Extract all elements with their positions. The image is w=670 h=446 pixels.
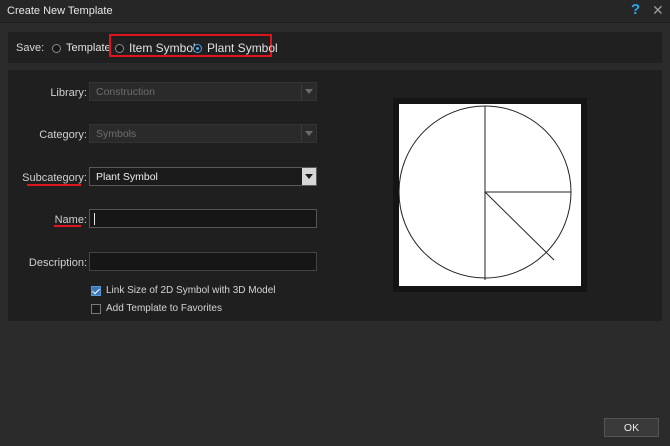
radio-plant-symbol-dot[interactable]	[193, 43, 202, 53]
subcategory-label: Subcategory:	[22, 172, 87, 184]
category-select[interactable]: Symbols	[89, 124, 317, 143]
close-icon[interactable]: ✕	[652, 2, 664, 19]
category-dropdown-button[interactable]	[301, 125, 316, 142]
favorites-checkbox[interactable]	[91, 303, 101, 314]
category-label: Category:	[39, 129, 87, 141]
radio-template-dot[interactable]	[52, 43, 61, 53]
radio-item-symbol-label: Item Symbol	[129, 41, 196, 55]
radio-item-symbol-dot[interactable]	[115, 43, 124, 53]
link-size-checkbox-row[interactable]: Link Size of 2D Symbol with 3D Model	[91, 285, 276, 296]
link-size-checkbox[interactable]	[91, 285, 101, 296]
description-label: Description:	[28, 257, 87, 269]
subcategory-value: Plant Symbol	[96, 171, 158, 183]
ok-button[interactable]: OK	[604, 418, 659, 437]
subcategory-select[interactable]: Plant Symbol	[89, 167, 317, 186]
name-underline	[54, 225, 81, 227]
library-select[interactable]: Construction	[89, 82, 317, 101]
category-value: Symbols	[96, 128, 137, 140]
symbol-preview	[393, 98, 587, 292]
radio-plant-symbol[interactable]: Plant Symbol	[193, 41, 278, 55]
radio-template[interactable]: Template	[52, 41, 111, 55]
preview-canvas	[398, 104, 581, 286]
save-label: Save:	[16, 42, 45, 54]
name-input[interactable]	[89, 209, 317, 228]
subcategory-dropdown-button[interactable]	[302, 168, 316, 185]
title-bar: Create New Template ? ✕	[0, 0, 670, 23]
subcategory-underline	[27, 184, 81, 186]
window-title: Create New Template	[7, 5, 113, 17]
chevron-down-icon	[305, 174, 313, 179]
library-label: Library:	[50, 87, 87, 99]
save-type-row: Save: Template Item Symbol Plant Symbol	[8, 32, 662, 63]
radio-template-label: Template	[66, 42, 111, 54]
radio-item-symbol[interactable]: Item Symbol	[115, 41, 196, 55]
plant-symbol-drawing	[398, 105, 572, 280]
favorites-checkbox-row[interactable]: Add Template to Favorites	[91, 303, 222, 314]
text-caret	[94, 213, 95, 225]
favorites-label: Add Template to Favorites	[106, 303, 222, 314]
help-icon[interactable]: ?	[631, 1, 640, 18]
description-input[interactable]	[89, 252, 317, 271]
library-value: Construction	[96, 86, 155, 98]
library-dropdown-button[interactable]	[301, 83, 316, 100]
chevron-down-icon	[305, 131, 313, 136]
link-size-label: Link Size of 2D Symbol with 3D Model	[106, 285, 276, 296]
template-form-panel: Library: Construction Category: Symbols …	[8, 70, 662, 321]
radio-plant-symbol-label: Plant Symbol	[207, 41, 278, 55]
chevron-down-icon	[305, 89, 313, 94]
